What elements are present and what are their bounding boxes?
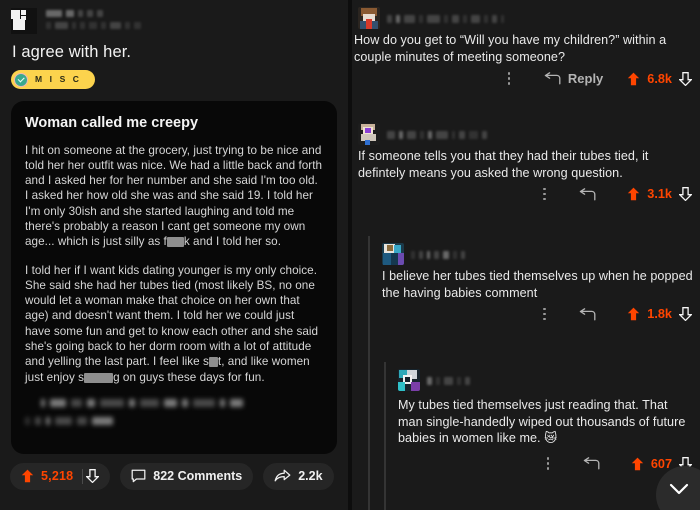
comment-score: 6.8k <box>647 71 672 86</box>
post-content-card[interactable]: Woman called me creepy I hit on someone … <box>11 100 337 454</box>
post-card-title: Woman called me creepy <box>25 114 199 131</box>
screenshot-root: I agree with her. M I S C Woman called m… <box>0 0 700 510</box>
comment-item: How do you get to “Will you have my chil… <box>352 0 700 93</box>
reply-arrow-icon <box>583 457 600 470</box>
share-pill[interactable]: 2.2k <box>263 462 334 490</box>
comment-bubble-icon <box>131 469 146 483</box>
comment-votes: 1.8k <box>627 307 693 322</box>
comment-username-blurred[interactable] <box>411 249 700 259</box>
censor-bar <box>166 237 184 248</box>
avatar[interactable] <box>358 123 380 145</box>
comment-header <box>352 236 700 265</box>
comment-score: 3.1k <box>647 187 672 201</box>
reply-arrow-icon <box>544 72 561 85</box>
upvote-arrow-icon[interactable] <box>627 187 640 201</box>
comment-action-row: Reply 6.8k <box>352 65 700 93</box>
reply-label: Reply <box>567 71 604 86</box>
downvote-arrow-icon[interactable] <box>678 307 693 322</box>
comment-item: If someone tells you that they had their… <box>352 116 700 208</box>
more-options-icon[interactable] <box>531 187 557 201</box>
downvote-arrow-icon[interactable] <box>678 71 693 86</box>
avatar[interactable] <box>398 369 420 391</box>
flair-badge-misc[interactable]: M I S C <box>11 70 95 89</box>
downvote-arrow-icon[interactable] <box>85 469 101 484</box>
comment-username-blurred[interactable] <box>387 13 700 23</box>
comment-item: I believe her tubes tied themselves up w… <box>352 236 700 328</box>
chevron-down-icon <box>669 483 689 495</box>
upvote-arrow-icon[interactable] <box>631 457 644 471</box>
flair-label: M I S C <box>35 74 82 85</box>
comments-panel: How do you get to “Will you have my chil… <box>352 0 700 510</box>
downvote-arrow-icon[interactable] <box>678 187 693 202</box>
post-flair-row: M I S C <box>0 62 348 101</box>
more-options-icon[interactable] <box>535 457 561 470</box>
reply-button[interactable] <box>579 187 603 201</box>
comment-header <box>352 116 700 145</box>
comment-score: 1.8k <box>647 307 672 321</box>
censor-bar <box>84 372 114 383</box>
post-title: I agree with her. <box>12 43 132 61</box>
reply-button[interactable] <box>579 307 603 321</box>
subreddit-name-blurred[interactable] <box>46 8 348 34</box>
comment-action-row: 607 <box>352 447 700 478</box>
subreddit-avatar[interactable] <box>11 8 37 34</box>
post-action-bar: 5,218 822 Comments 2.2k <box>0 454 348 490</box>
upvote-arrow-icon[interactable] <box>627 307 640 321</box>
avatar[interactable] <box>382 243 404 265</box>
comment-votes: 3.1k <box>627 187 693 202</box>
comment-username-blurred[interactable] <box>427 375 700 385</box>
comment-body: My tubes tied themselves just reading th… <box>398 398 686 445</box>
share-count-label: 2.2k <box>298 469 323 483</box>
more-options-icon[interactable] <box>496 72 522 85</box>
comment-body: How do you get to “Will you have my chil… <box>354 33 667 64</box>
comment-body: I believe her tubes tied themselves up w… <box>382 269 693 300</box>
post-footer-blurred <box>25 398 323 407</box>
upvote-count: 5,218 <box>41 469 74 483</box>
reply-arrow-icon <box>579 307 596 321</box>
comment-body: If someone tells you that they had their… <box>358 149 649 180</box>
share-arrow-icon <box>274 469 291 483</box>
post-header <box>0 0 348 38</box>
comment-header <box>352 362 700 391</box>
reply-button[interactable]: Reply <box>544 71 603 86</box>
post-footer-blurred-2 <box>25 416 323 425</box>
comment-header <box>352 0 700 29</box>
post-paragraph-1-text-a: I hit on someone at the grocery, just tr… <box>25 143 323 249</box>
comments-count-label: 822 Comments <box>153 469 243 483</box>
post-panel: I agree with her. M I S C Woman called m… <box>0 0 348 510</box>
comment-action-row: 3.1k <box>352 181 700 208</box>
comment-item: My tubes tied themselves just reading th… <box>352 362 700 478</box>
avatar[interactable] <box>358 7 380 29</box>
comment-action-row: 1.8k <box>352 301 700 328</box>
comments-list: How do you get to “Will you have my chil… <box>352 0 700 510</box>
reply-button[interactable] <box>583 457 607 470</box>
comment-username-blurred[interactable] <box>387 129 700 139</box>
verified-check-icon <box>14 72 28 87</box>
more-options-icon[interactable] <box>531 307 557 321</box>
reply-arrow-icon <box>579 187 596 201</box>
post-paragraph-1-text-b: k and I told her so. <box>183 235 282 249</box>
comments-pill[interactable]: 822 Comments <box>120 462 254 490</box>
comment-score: 607 <box>650 456 672 471</box>
comment-votes: 6.8k <box>627 71 693 86</box>
post-paragraph-2: I told her if I want kids dating younger… <box>25 263 323 385</box>
upvote-arrow-icon[interactable] <box>627 72 640 86</box>
censor-bar <box>208 357 218 368</box>
post-paragraph-2-text-c: g on guys these days for fun. <box>113 370 265 384</box>
vote-divider <box>82 468 84 484</box>
post-paragraph-2-text-a: I told her if I want kids dating younger… <box>25 263 319 369</box>
post-paragraph-1: I hit on someone at the grocery, just tr… <box>25 143 323 250</box>
vote-pill[interactable]: 5,218 <box>10 462 111 490</box>
upvote-arrow-icon[interactable] <box>21 469 34 483</box>
